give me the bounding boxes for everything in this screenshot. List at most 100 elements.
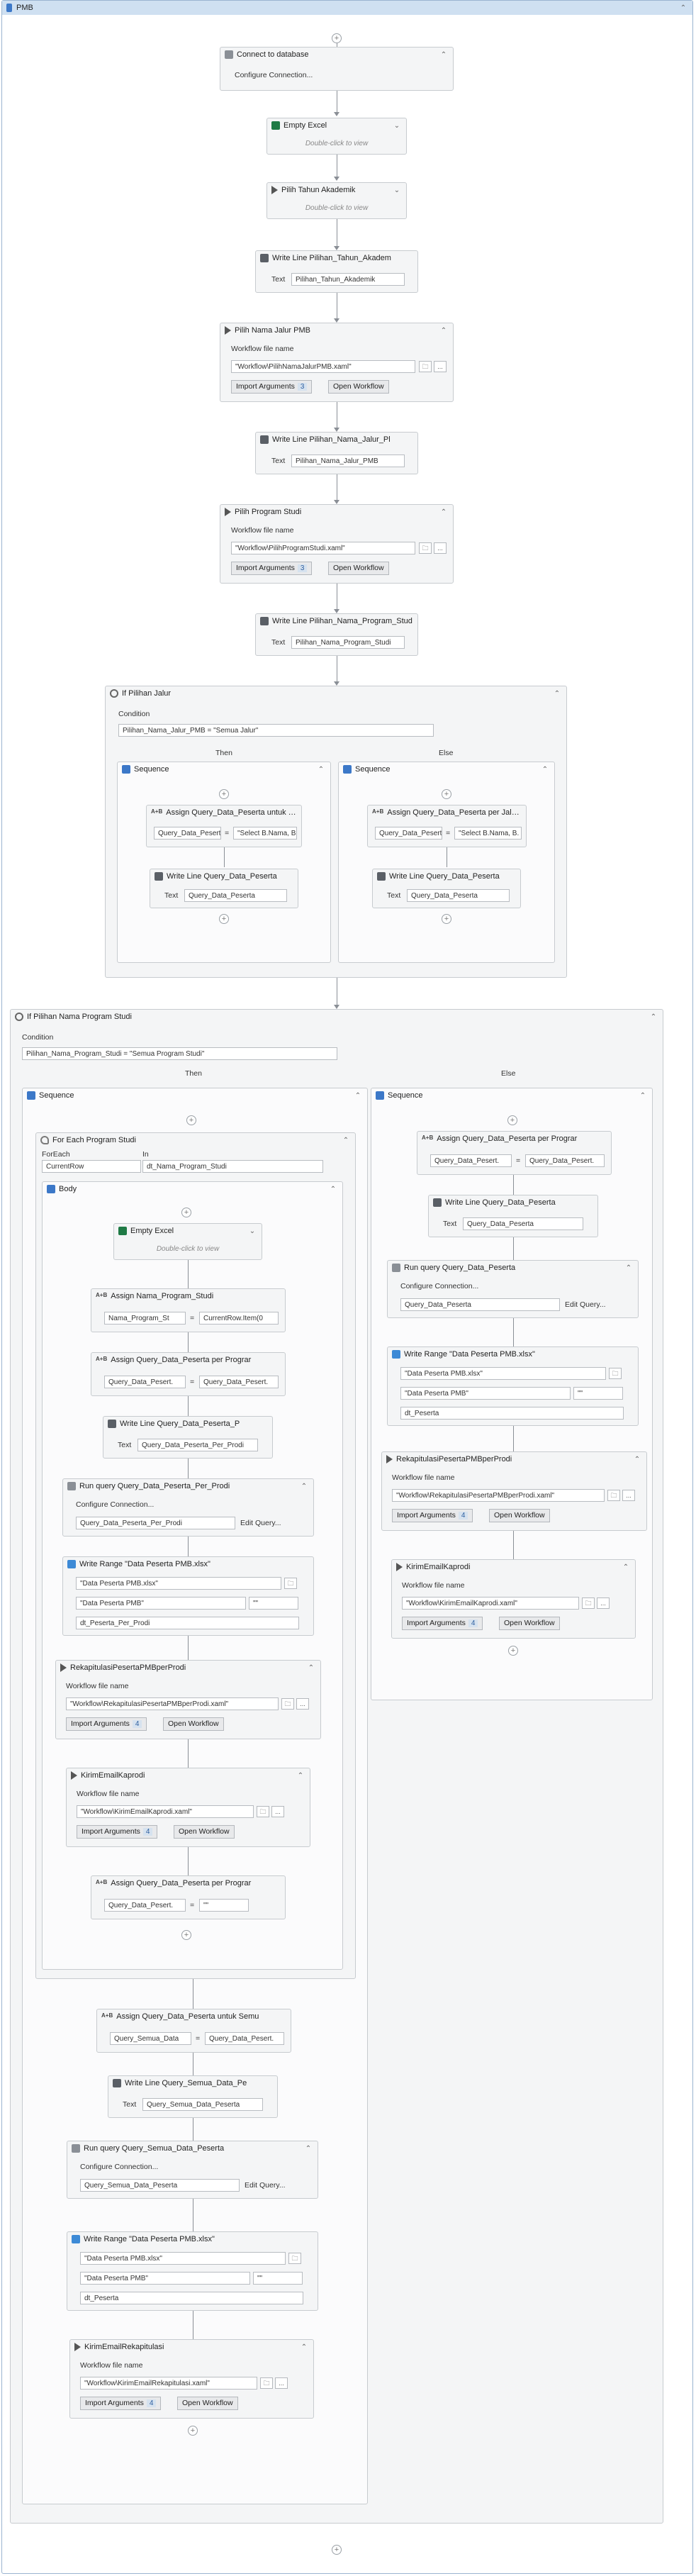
chevron-up-icon[interactable]: ⌃ xyxy=(638,1092,648,1100)
add-activity-plus[interactable]: + xyxy=(181,1930,191,1940)
assign-value-input[interactable]: Query_Data_Pesert. xyxy=(205,2032,284,2045)
datatable-input[interactable]: dt_Peserta xyxy=(400,1407,624,1420)
writeline-prodi-activity[interactable]: Write Line Pilihan_Nama_Program_Stud Tex… xyxy=(255,613,418,656)
assign-to-input[interactable]: Query_Semua_Data xyxy=(110,2032,191,2045)
run-query-per-prodi-activity[interactable]: Run query Query_Data_Peserta_Per_Prodi ⌃ … xyxy=(62,1478,314,1537)
chevron-up-icon[interactable]: ⌃ xyxy=(540,766,550,774)
add-activity-plus[interactable]: + xyxy=(219,789,229,799)
add-activity-plus[interactable]: + xyxy=(181,1208,191,1217)
add-activity-plus[interactable]: + xyxy=(219,914,229,924)
writeline-tahun-activity[interactable]: Write Line Pilihan_Tahun_Akadem Text Pil… xyxy=(255,250,418,293)
query-input[interactable]: Query_Data_Peserta_Per_Prodi xyxy=(76,1517,235,1529)
empty-excel-activity[interactable]: Empty Excel ⌄ Double-click to view xyxy=(266,118,407,155)
folder-icon[interactable]: 🗀 xyxy=(582,1598,595,1609)
assign-value-input[interactable]: "Select B.Nama, B. xyxy=(454,827,522,840)
chevron-down-icon[interactable]: ⌄ xyxy=(392,186,402,194)
workflow-path-input[interactable]: "Workflow\PilihNamaJalurPMB.xaml" xyxy=(231,360,415,373)
assign-to-input[interactable]: Query_Data_Pesert. xyxy=(104,1376,186,1388)
open-workflow-button[interactable]: Open Workflow xyxy=(499,1617,560,1630)
chevron-up-icon[interactable]: ⌃ xyxy=(299,2343,309,2351)
else-rekap-activity[interactable]: RekapitulasiPesertaPMBperProdi ⌃ Workflow… xyxy=(381,1451,647,1531)
chevron-up-icon[interactable]: ⌃ xyxy=(296,1772,305,1780)
else-sequence[interactable]: Sequence ⌃ + A+B Assign Query_Data_Peserta… xyxy=(371,1088,653,1700)
add-activity-plus[interactable]: + xyxy=(507,1115,517,1125)
start-cell-input[interactable]: "" xyxy=(253,2272,303,2285)
assign-value-input[interactable]: Query_Data_Pesert. xyxy=(525,1154,605,1167)
open-workflow-button[interactable]: Open Workflow xyxy=(489,1509,550,1522)
folder-icon[interactable]: 🗀 xyxy=(284,1578,297,1589)
chevron-up-icon[interactable]: ⌃ xyxy=(439,51,449,59)
pilih-tahun-activity[interactable]: Pilih Tahun Akademik ⌄ Double-click to vi… xyxy=(266,182,407,219)
assign-to-input[interactable]: Nama_Program_St xyxy=(104,1312,186,1325)
chevron-up-icon[interactable]: ⌃ xyxy=(624,1264,634,1272)
edit-query-link[interactable]: Edit Query... xyxy=(240,1519,281,1527)
chevron-up-icon[interactable]: ⌃ xyxy=(621,1563,631,1571)
workflow-path-input[interactable]: "Workflow\RekapitulasiPesertaPMBperProdi… xyxy=(66,1697,279,1710)
folder-icon[interactable]: 🗀 xyxy=(257,1806,269,1817)
text-input[interactable]: Query_Data_Peserta xyxy=(184,889,287,902)
open-workflow-button[interactable]: Open Workflow xyxy=(328,380,389,394)
configure-connection-link[interactable]: Configure Connection... xyxy=(400,1282,478,1290)
folder-icon[interactable]: 🗀 xyxy=(419,542,432,554)
chevron-up-icon[interactable]: ⌃ xyxy=(552,690,562,698)
open-workflow-button[interactable]: Open Workflow xyxy=(177,2397,238,2410)
folder-icon[interactable]: 🗀 xyxy=(607,1490,620,1501)
folder-icon[interactable]: 🗀 xyxy=(419,361,432,372)
file-path-input[interactable]: "Data Peserta PMB.xlsx" xyxy=(76,1577,281,1590)
import-arguments-button[interactable]: Import Arguments 4 xyxy=(402,1617,483,1630)
text-input[interactable]: Pilihan_Tahun_Akademik xyxy=(291,273,405,286)
if-pilihan-prodi-activity[interactable]: If Pilihan Nama Program Studi ⌃ Condition… xyxy=(10,1009,663,2524)
folder-icon[interactable]: 🗀 xyxy=(609,1368,622,1379)
chevron-down-icon[interactable]: ⌄ xyxy=(392,122,402,130)
chevron-up-icon[interactable]: ⌃ xyxy=(303,2145,313,2153)
writeline-semua-activity[interactable]: Write Line Query_Semua_Data_Pe Text Quer… xyxy=(108,2075,278,2118)
condition-input[interactable]: Pilihan_Nama_Jalur_PMB = "Semua Jalur" xyxy=(118,724,434,737)
open-workflow-button[interactable]: Open Workflow xyxy=(163,1717,224,1731)
chevron-up-icon[interactable]: ⌃ xyxy=(439,327,449,335)
assign-reset-activity[interactable]: A+B Assign Query_Data_Peserta per Prograr… xyxy=(91,1875,286,1919)
configure-connection-link[interactable]: Configure Connection... xyxy=(235,71,313,79)
assign-value-input[interactable]: Query_Data_Pesert. xyxy=(199,1376,279,1388)
start-cell-input[interactable]: "" xyxy=(573,1387,623,1400)
text-input[interactable]: Query_Data_Peserta_Per_Prodi xyxy=(137,1439,258,1451)
then-sequence[interactable]: Sequence ⌃ + A+B Assign Query_Data_Peserta… xyxy=(117,762,331,963)
workflow-path-input[interactable]: "Workflow\KirimEmailRekapitulasi.xaml" xyxy=(80,2377,257,2390)
dots-button[interactable]: ... xyxy=(622,1490,635,1501)
write-range-semua-activity[interactable]: Write Range "Data Peserta PMB.xlsx" "Dat… xyxy=(67,2231,318,2311)
else-assign-activity[interactable]: A+B Assign Query_Data_Peserta per Prograr… xyxy=(417,1131,612,1175)
assign-query-per-prodi-activity[interactable]: A+B Assign Query_Data_Peserta per Prograr… xyxy=(91,1352,286,1396)
chevron-up-icon[interactable]: ⌃ xyxy=(439,508,449,516)
configure-connection-link[interactable]: Configure Connection... xyxy=(80,2163,158,2171)
dots-button[interactable]: ... xyxy=(597,1598,610,1609)
writeline-then-activity[interactable]: Write Line Query_Data_Peserta Text Query… xyxy=(150,869,298,908)
chevron-up-icon[interactable]: ⌃ xyxy=(299,1483,309,1490)
else-writeline-activity[interactable]: Write Line Query_Data_Peserta Text Query… xyxy=(428,1195,598,1237)
assign-value-input[interactable]: "" xyxy=(199,1899,249,1912)
chevron-down-icon[interactable]: ⌄ xyxy=(247,1227,257,1235)
chevron-up-icon[interactable]: ⌃ xyxy=(328,1186,338,1193)
chevron-up-icon[interactable]: ⌃ xyxy=(316,766,326,774)
else-kirim-activity[interactable]: KirimEmailKaprodi ⌃ Workflow file name "W… xyxy=(391,1559,636,1639)
condition-input[interactable]: Pilihan_Nama_Program_Studi = "Semua Prog… xyxy=(22,1047,337,1060)
workflow-path-input[interactable]: "Workflow\KirimEmailKaprodi.xaml" xyxy=(77,1805,254,1818)
sheet-name-input[interactable]: "Data Peserta PMB" xyxy=(80,2272,250,2285)
assign-semua-activity[interactable]: A+B Assign Query_Data_Peserta untuk Semu … xyxy=(96,2009,291,2053)
rekap-prodi-activity[interactable]: RekapitulasiPesertaPMBperProdi ⌃ Workflow… xyxy=(55,1660,321,1739)
pilih-jalur-activity[interactable]: Pilih Nama Jalur PMB ⌃ Workflow file name… xyxy=(220,323,454,402)
chevron-up-icon[interactable]: ⌃ xyxy=(353,1092,363,1100)
body-sequence[interactable]: Body ⌃ + Empty Excel ⌄ Double-click to vie… xyxy=(42,1181,343,1970)
text-input[interactable]: Pilihan_Nama_Program_Studi xyxy=(291,636,405,649)
import-arguments-button[interactable]: Import Arguments 4 xyxy=(66,1717,147,1731)
pilih-prodi-activity[interactable]: Pilih Program Studi ⌃ Workflow file name … xyxy=(220,504,454,584)
chevron-up-icon[interactable]: ⌃ xyxy=(306,1664,316,1672)
text-input[interactable]: Query_Semua_Data_Peserta xyxy=(142,2098,263,2111)
writeline-per-prodi-activity[interactable]: Write Line Query_Data_Peserta_P Text Que… xyxy=(103,1416,273,1459)
else-sequence[interactable]: Sequence ⌃ + A+B Assign Query_Data_Peserta… xyxy=(338,762,555,963)
add-activity-plus[interactable]: + xyxy=(508,1646,518,1656)
assign-then-activity[interactable]: A+B Assign Query_Data_Peserta untuk Semu … xyxy=(146,805,302,847)
else-write-range-activity[interactable]: Write Range "Data Peserta PMB.xlsx" "Dat… xyxy=(387,1346,639,1426)
datatable-input[interactable]: dt_Peserta xyxy=(80,2292,303,2304)
query-input[interactable]: Query_Semua_Data_Peserta xyxy=(80,2179,240,2192)
configure-connection-link[interactable]: Configure Connection... xyxy=(76,1500,154,1509)
add-activity-plus[interactable]: + xyxy=(442,789,451,799)
